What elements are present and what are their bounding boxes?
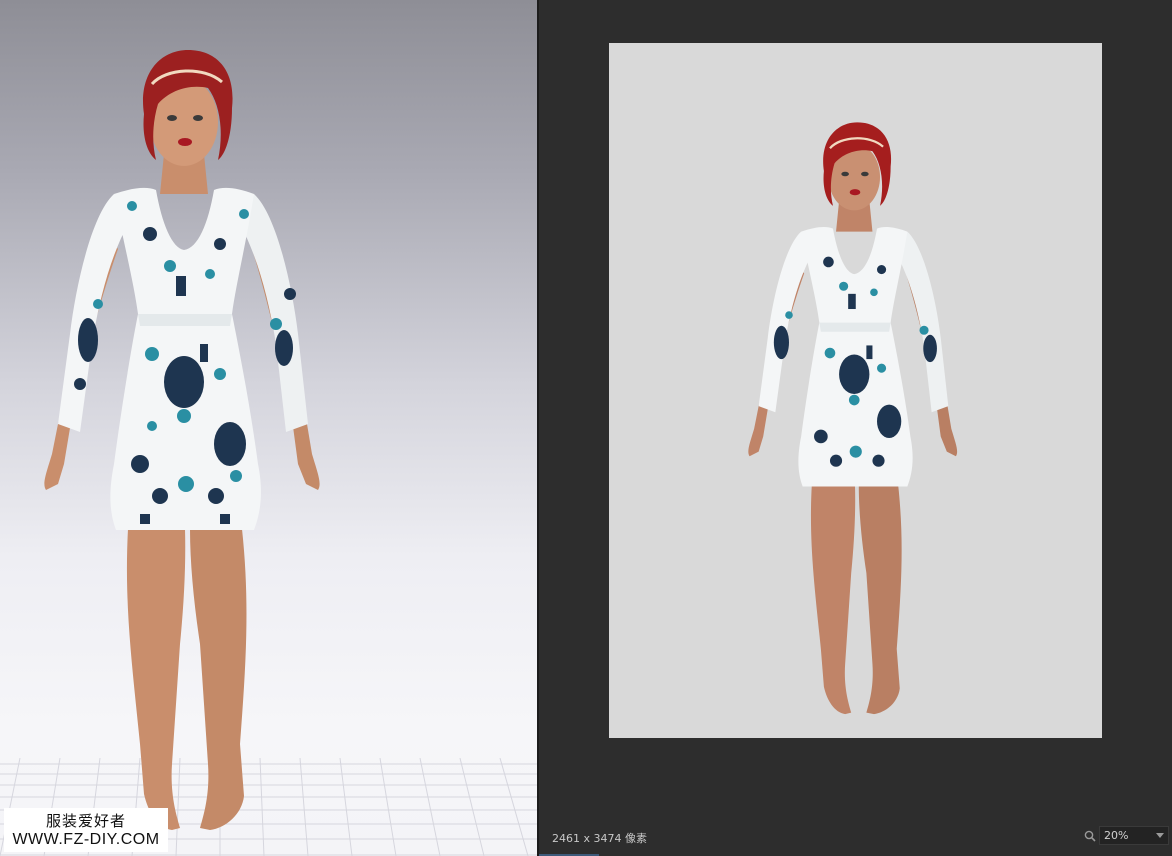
3d-viewport[interactable]: 服装爱好者 WWW.FZ-DIY.COM	[0, 0, 537, 856]
render-canvas[interactable]	[609, 43, 1102, 738]
zoom-level-select[interactable]: 20%	[1099, 826, 1169, 845]
watermark-title: 服装爱好者	[45, 812, 126, 830]
avatar-right-leg	[190, 529, 247, 830]
avatar-lips	[178, 138, 192, 146]
chevron-down-icon	[1156, 833, 1164, 838]
watermark: 服装爱好者 WWW.FZ-DIY.COM	[4, 808, 168, 852]
avatar-left-sleeve	[58, 194, 128, 432]
zoom-magnifier-icon	[1084, 830, 1096, 842]
zoom-value: 20%	[1104, 829, 1129, 842]
image-size-readout: 2461 x 3474 像素	[552, 832, 647, 845]
watermark-url: WWW.FZ-DIY.COM	[12, 831, 160, 848]
avatar-3d-model[interactable]	[40, 44, 330, 834]
render-preview-panel: 2461 x 3474 像素 20%	[539, 0, 1172, 856]
avatar-dress-waistband	[138, 314, 232, 326]
rendered-avatar	[748, 122, 958, 715]
avatar-left-leg	[126, 529, 186, 830]
status-bar: 2461 x 3474 像素 20%	[539, 820, 1172, 856]
avatar-right-sleeve	[240, 194, 308, 432]
